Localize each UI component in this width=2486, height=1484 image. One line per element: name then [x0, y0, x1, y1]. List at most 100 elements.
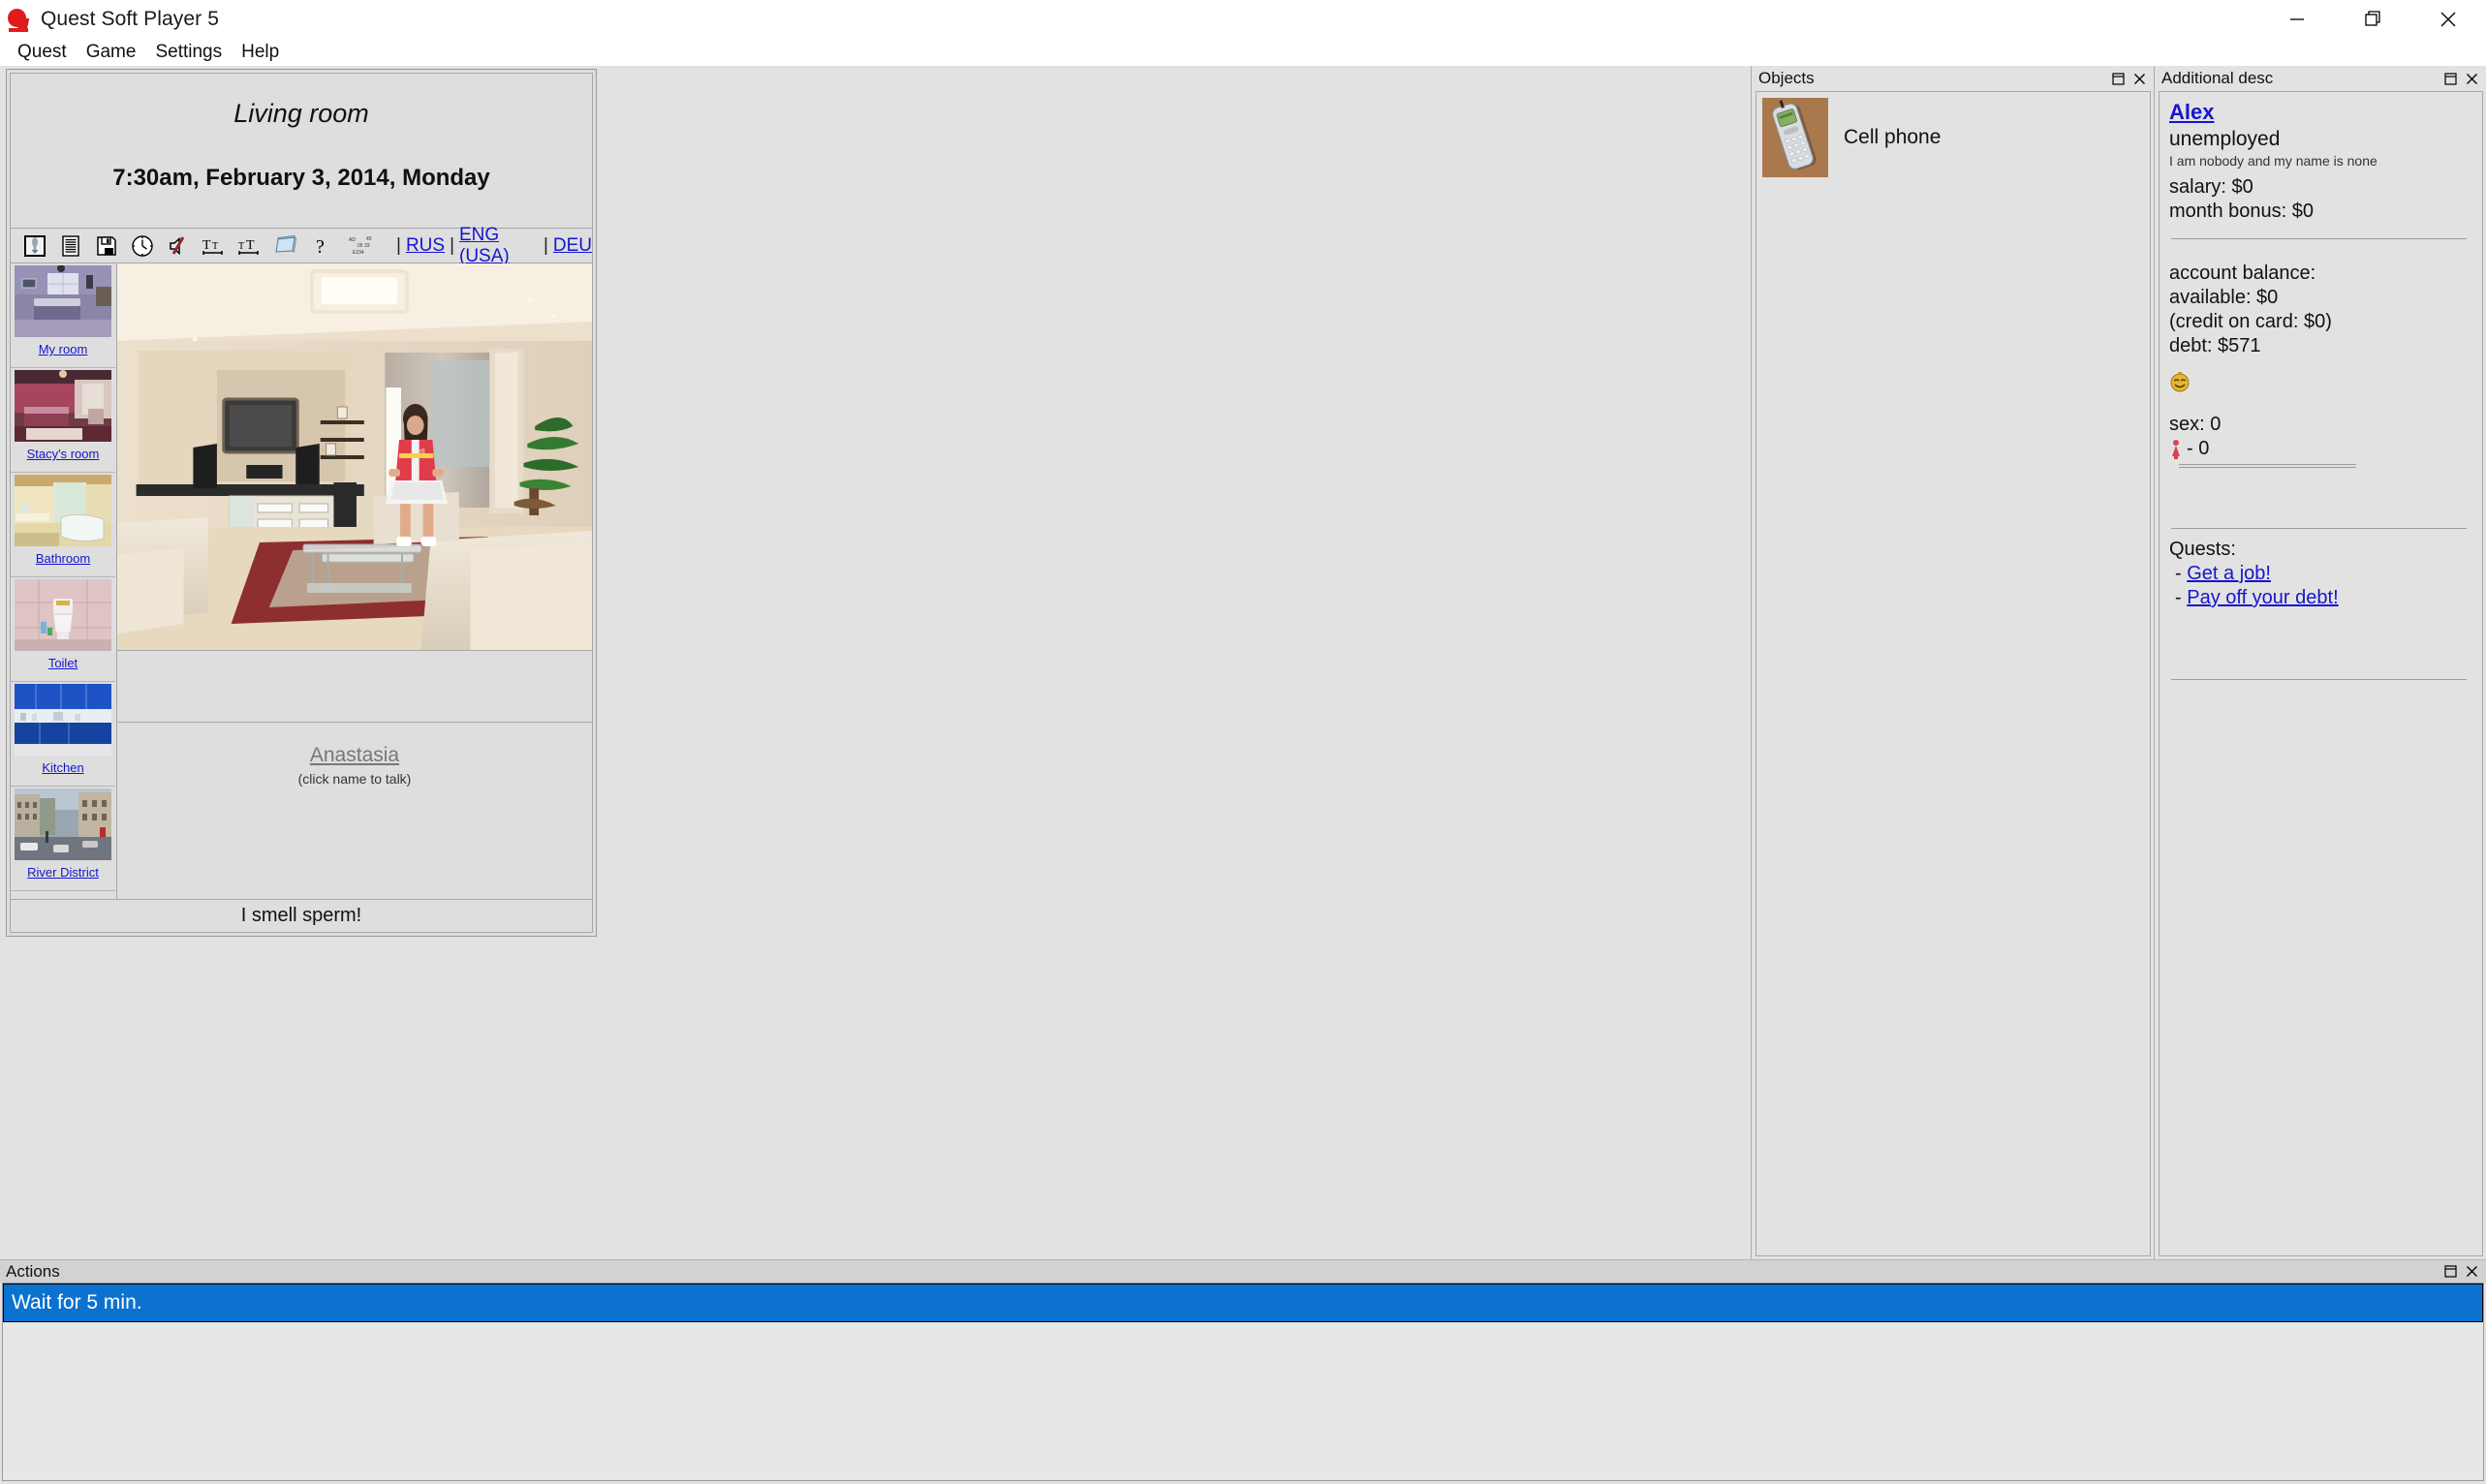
svg-text:E234: E234 — [353, 250, 364, 256]
action-item-wait[interactable]: Wait for 5 min. — [3, 1283, 2483, 1322]
quest-bullet: - — [2175, 563, 2182, 584]
svg-text:45: 45 — [366, 236, 372, 242]
restore-icon[interactable] — [2444, 72, 2457, 85]
increase-font-icon[interactable]: T T — [232, 231, 267, 262]
save-floppy-icon[interactable] — [88, 231, 124, 262]
location-item-stacys-room[interactable]: Stacy's room — [11, 368, 115, 473]
kitchen-blue-thumb — [15, 684, 111, 756]
game-toolbar: T T T T ? AD 45 05 33 E234 | RUS | ENG (… — [11, 225, 592, 266]
gender-counter-value: - 0 — [2187, 438, 2210, 459]
character-job: unemployed — [2169, 128, 2281, 150]
divider-4 — [2171, 528, 2467, 529]
female-figure-icon — [2172, 439, 2180, 459]
svg-text:?: ? — [316, 236, 325, 258]
bathroom-thumb — [15, 475, 111, 546]
room-title: Living room — [233, 99, 369, 128]
month-bonus-line: month bonus: $0 — [2169, 201, 2314, 222]
character-name-link[interactable]: Alex — [2169, 100, 2214, 125]
svg-text:T: T — [246, 238, 255, 253]
quest-item-pay-off-debt[interactable]: - Pay off your debt! — [2169, 587, 2482, 609]
object-item-cell-phone[interactable]: Cell phone — [1756, 92, 2150, 177]
toilet-thumb — [15, 579, 111, 651]
actions-list: Wait for 5 min. — [2, 1283, 2484, 1481]
street-thumb — [15, 788, 111, 860]
location-label[interactable]: River District — [27, 865, 99, 880]
restore-icon[interactable] — [2112, 72, 2125, 85]
npc-name-anastasia[interactable]: Anastasia — [310, 744, 399, 767]
timestamp-icon[interactable]: AD 45 05 33 E234 — [345, 233, 388, 259]
object-label[interactable]: Cell phone — [1844, 126, 1941, 149]
help-question-icon[interactable]: ? — [303, 231, 339, 262]
divider-3 — [2179, 467, 2356, 468]
additional-desc-panel: Additional desc Alex unemployed I am nob… — [2154, 66, 2486, 1259]
salary-line: salary: $0 — [2169, 176, 2253, 198]
language-switcher: | RUS | ENG (USA) | DEU — [391, 225, 592, 267]
quests-label: Quests: — [2169, 539, 2236, 560]
menu-item-quest[interactable]: Quest — [8, 39, 77, 66]
location-label[interactable]: Kitchen — [42, 760, 83, 775]
quest-item-get-a-job[interactable]: - Get a job! — [2169, 563, 2482, 585]
maximize-icon[interactable] — [2335, 0, 2410, 39]
quest-link[interactable]: Get a job! — [2187, 563, 2271, 584]
restore-icon[interactable] — [2444, 1265, 2457, 1278]
character-motto: I am nobody and my name is none — [2169, 153, 2377, 169]
location-item-kitchen[interactable]: Kitchen — [11, 682, 115, 787]
location-label[interactable]: Toilet — [48, 656, 78, 670]
language-deu[interactable]: DEU — [553, 235, 592, 257]
credit-on-card-line: (credit on card: $0) — [2169, 311, 2332, 332]
mute-sound-icon[interactable] — [160, 231, 196, 262]
language-eng[interactable]: ENG (USA) — [459, 225, 539, 267]
location-label[interactable]: Bathroom — [36, 551, 90, 566]
actions-panel-header: Actions — [0, 1259, 2486, 1283]
application-window: Quest Soft Player 5 Quest Game Settings … — [0, 0, 2486, 1484]
location-item-river-district[interactable]: River District — [11, 787, 115, 891]
location-label[interactable]: Stacy's room — [27, 447, 100, 461]
cell-phone-thumb — [1762, 98, 1828, 177]
clock-icon[interactable] — [124, 231, 160, 262]
location-label[interactable]: My room — [39, 342, 88, 356]
workspace: Living room 7:30am, February 3, 2014, Mo… — [0, 66, 2486, 1259]
menu-bar: Quest Game Settings Help — [0, 39, 2486, 66]
objects-panel: Objects Cell phone — [1751, 66, 2154, 1259]
divider-2 — [2179, 464, 2356, 465]
language-rus[interactable]: RUS — [406, 235, 445, 257]
location-item-my-room[interactable]: My room — [11, 263, 115, 368]
close-icon[interactable] — [2133, 73, 2146, 85]
debt-line: debt: $571 — [2169, 335, 2261, 356]
additional-desc-controls — [2444, 72, 2486, 85]
scene-area: r8 Anastasia (click name to talk) — [117, 263, 592, 899]
svg-text:r8: r8 — [420, 448, 425, 455]
available-line: available: $0 — [2169, 287, 2279, 308]
close-icon[interactable] — [2466, 1265, 2478, 1278]
objects-panel-title: Objects — [1758, 69, 1815, 87]
text-lines-icon[interactable] — [52, 231, 88, 262]
svg-text:AD: AD — [349, 237, 356, 243]
svg-text:T: T — [202, 238, 211, 253]
decrease-font-icon[interactable]: T T — [196, 231, 232, 262]
additional-desc-header: Additional desc — [2155, 66, 2486, 91]
location-item-toilet[interactable]: Toilet — [11, 577, 115, 682]
npc-hint: (click name to talk) — [297, 771, 412, 787]
gender-counter-row: - 0 — [2169, 438, 2482, 460]
bedroom-purple-thumb — [15, 265, 111, 337]
separator-pipe-0: | — [396, 234, 401, 256]
living-room-scene: r8 — [117, 263, 592, 651]
title-bar: Quest Soft Player 5 — [0, 0, 2486, 39]
additional-desc-title: Additional desc — [2161, 69, 2274, 87]
quest-link[interactable]: Pay off your debt! — [2187, 587, 2338, 608]
minimize-icon[interactable] — [2259, 0, 2335, 39]
svg-text:05 33: 05 33 — [357, 243, 370, 249]
notepad-icon[interactable] — [267, 231, 303, 262]
menu-item-settings[interactable]: Settings — [145, 39, 232, 66]
close-icon[interactable] — [2466, 73, 2478, 85]
menu-item-help[interactable]: Help — [232, 39, 289, 66]
actions-panel-title: Actions — [6, 1261, 60, 1281]
divider-1 — [2171, 238, 2467, 239]
npc-box: Anastasia (click name to talk) — [117, 723, 592, 899]
account-balance-label: account balance: — [2169, 263, 2316, 284]
close-icon[interactable] — [2410, 0, 2486, 39]
location-item-bathroom[interactable]: Bathroom — [11, 473, 115, 577]
menu-item-game[interactable]: Game — [77, 39, 146, 66]
inventory-icon[interactable] — [16, 231, 52, 262]
objects-panel-body: Cell phone — [1756, 91, 2151, 1256]
